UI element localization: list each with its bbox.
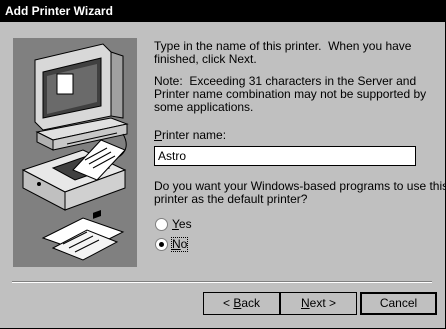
cancel-button[interactable]: Cancel [360, 292, 437, 315]
add-printer-wizard-window: Add Printer Wizard Type in the name of t… [0, 0, 446, 329]
next-button[interactable]: Next > [280, 292, 357, 315]
yes-radio[interactable] [155, 218, 168, 231]
window-title: Add Printer Wizard [5, 4, 113, 18]
printer-name-input[interactable]: Astro [154, 146, 416, 166]
default-question-line-2: printer as the default printer? [154, 192, 308, 206]
computer-printer-illustration [21, 43, 129, 261]
wizard-illustration [13, 38, 137, 267]
printed-pages-icon [41, 209, 125, 261]
instruction-line-2: finished, click Next. [154, 52, 257, 66]
printer-name-label: Printer name: [154, 128, 227, 142]
printer-icon [21, 139, 127, 211]
yes-label[interactable]: Yes [172, 218, 192, 231]
radio-selected-dot [159, 242, 164, 247]
note-line-3: some applications. [154, 100, 254, 114]
no-radio[interactable] [155, 238, 168, 251]
monitor-icon [34, 43, 129, 151]
no-label[interactable]: No [170, 237, 189, 252]
separator-highlight [12, 282, 432, 283]
title-bar[interactable]: Add Printer Wizard [0, 0, 445, 22]
back-button[interactable]: < Back [203, 292, 280, 315]
